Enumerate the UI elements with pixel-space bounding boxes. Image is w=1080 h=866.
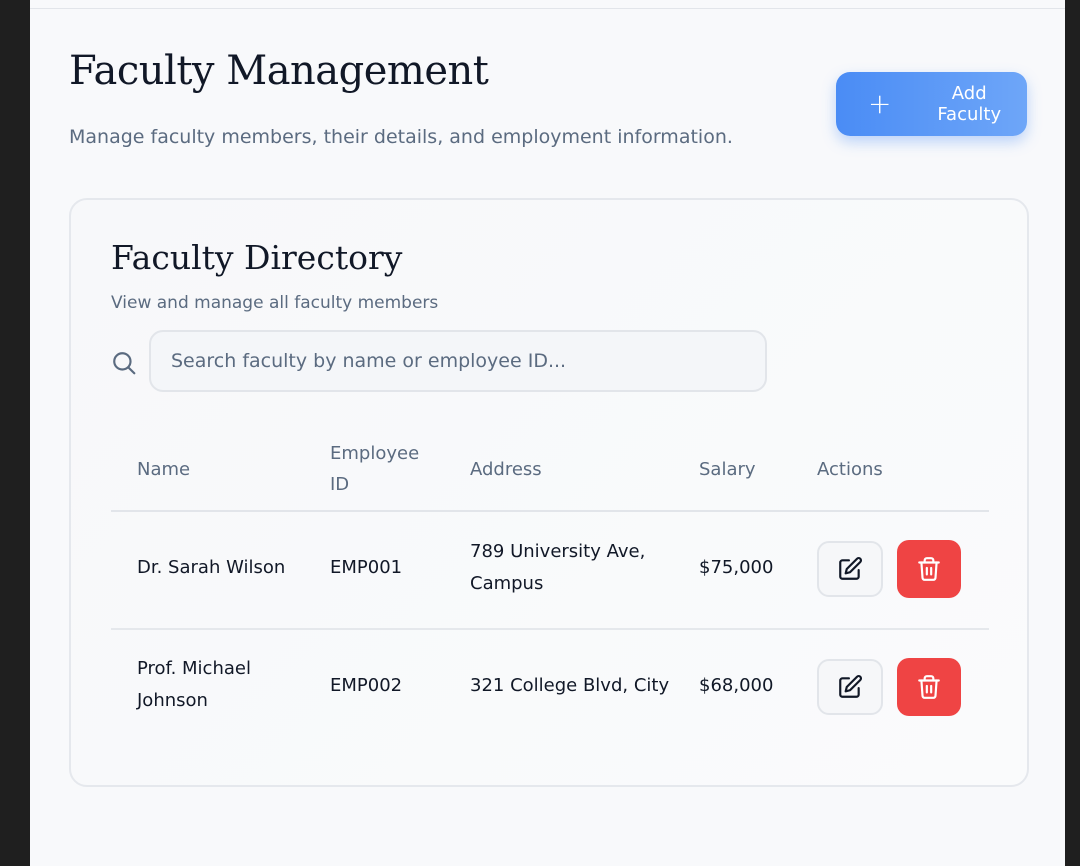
row-employee-id: EMP002 — [330, 675, 403, 696]
faculty-directory-card: Faculty Directory View and manage all fa… — [69, 198, 1029, 787]
row-address: 321 College Blvd, City — [470, 675, 670, 696]
search-icon — [113, 352, 136, 375]
edit-button[interactable] — [817, 659, 883, 715]
top-divider — [30, 8, 1065, 9]
column-header-name: Name — [137, 459, 191, 480]
page-title: Faculty Management — [69, 48, 489, 94]
trash-icon — [918, 675, 940, 699]
directory-title: Faculty Directory — [111, 238, 403, 277]
delete-button[interactable] — [897, 540, 961, 598]
row-salary: $75,000 — [699, 557, 774, 578]
column-header-actions: Actions — [817, 459, 883, 480]
edit-button[interactable] — [817, 541, 883, 597]
plus-icon: + — [868, 87, 892, 120]
column-header-salary: Salary — [699, 459, 756, 480]
row-name: Dr. Sarah Wilson — [137, 557, 286, 578]
row-employee-id: EMP001 — [330, 557, 403, 578]
delete-button[interactable] — [897, 658, 961, 716]
row-salary: $68,000 — [699, 675, 774, 696]
directory-subtitle: View and manage all faculty members — [111, 293, 439, 313]
main-page: Faculty Management Manage faculty member… — [30, 0, 1065, 866]
column-header-address: Address — [470, 459, 542, 480]
row-address: 789 University Ave, Campus — [470, 541, 646, 594]
column-header-employee-id: Employee ID — [330, 443, 420, 495]
edit-icon — [839, 675, 862, 698]
page-subtitle: Manage faculty members, their details, a… — [69, 126, 733, 148]
table-header-divider — [111, 510, 989, 512]
add-faculty-label: Add Faculty — [937, 83, 1002, 125]
edit-icon — [839, 557, 862, 580]
row-name: Prof. Michael Johnson — [137, 658, 251, 711]
add-faculty-button[interactable]: + Add Faculty — [836, 72, 1027, 136]
row-divider — [111, 628, 989, 630]
trash-icon — [918, 557, 940, 581]
search-input[interactable] — [149, 330, 767, 392]
